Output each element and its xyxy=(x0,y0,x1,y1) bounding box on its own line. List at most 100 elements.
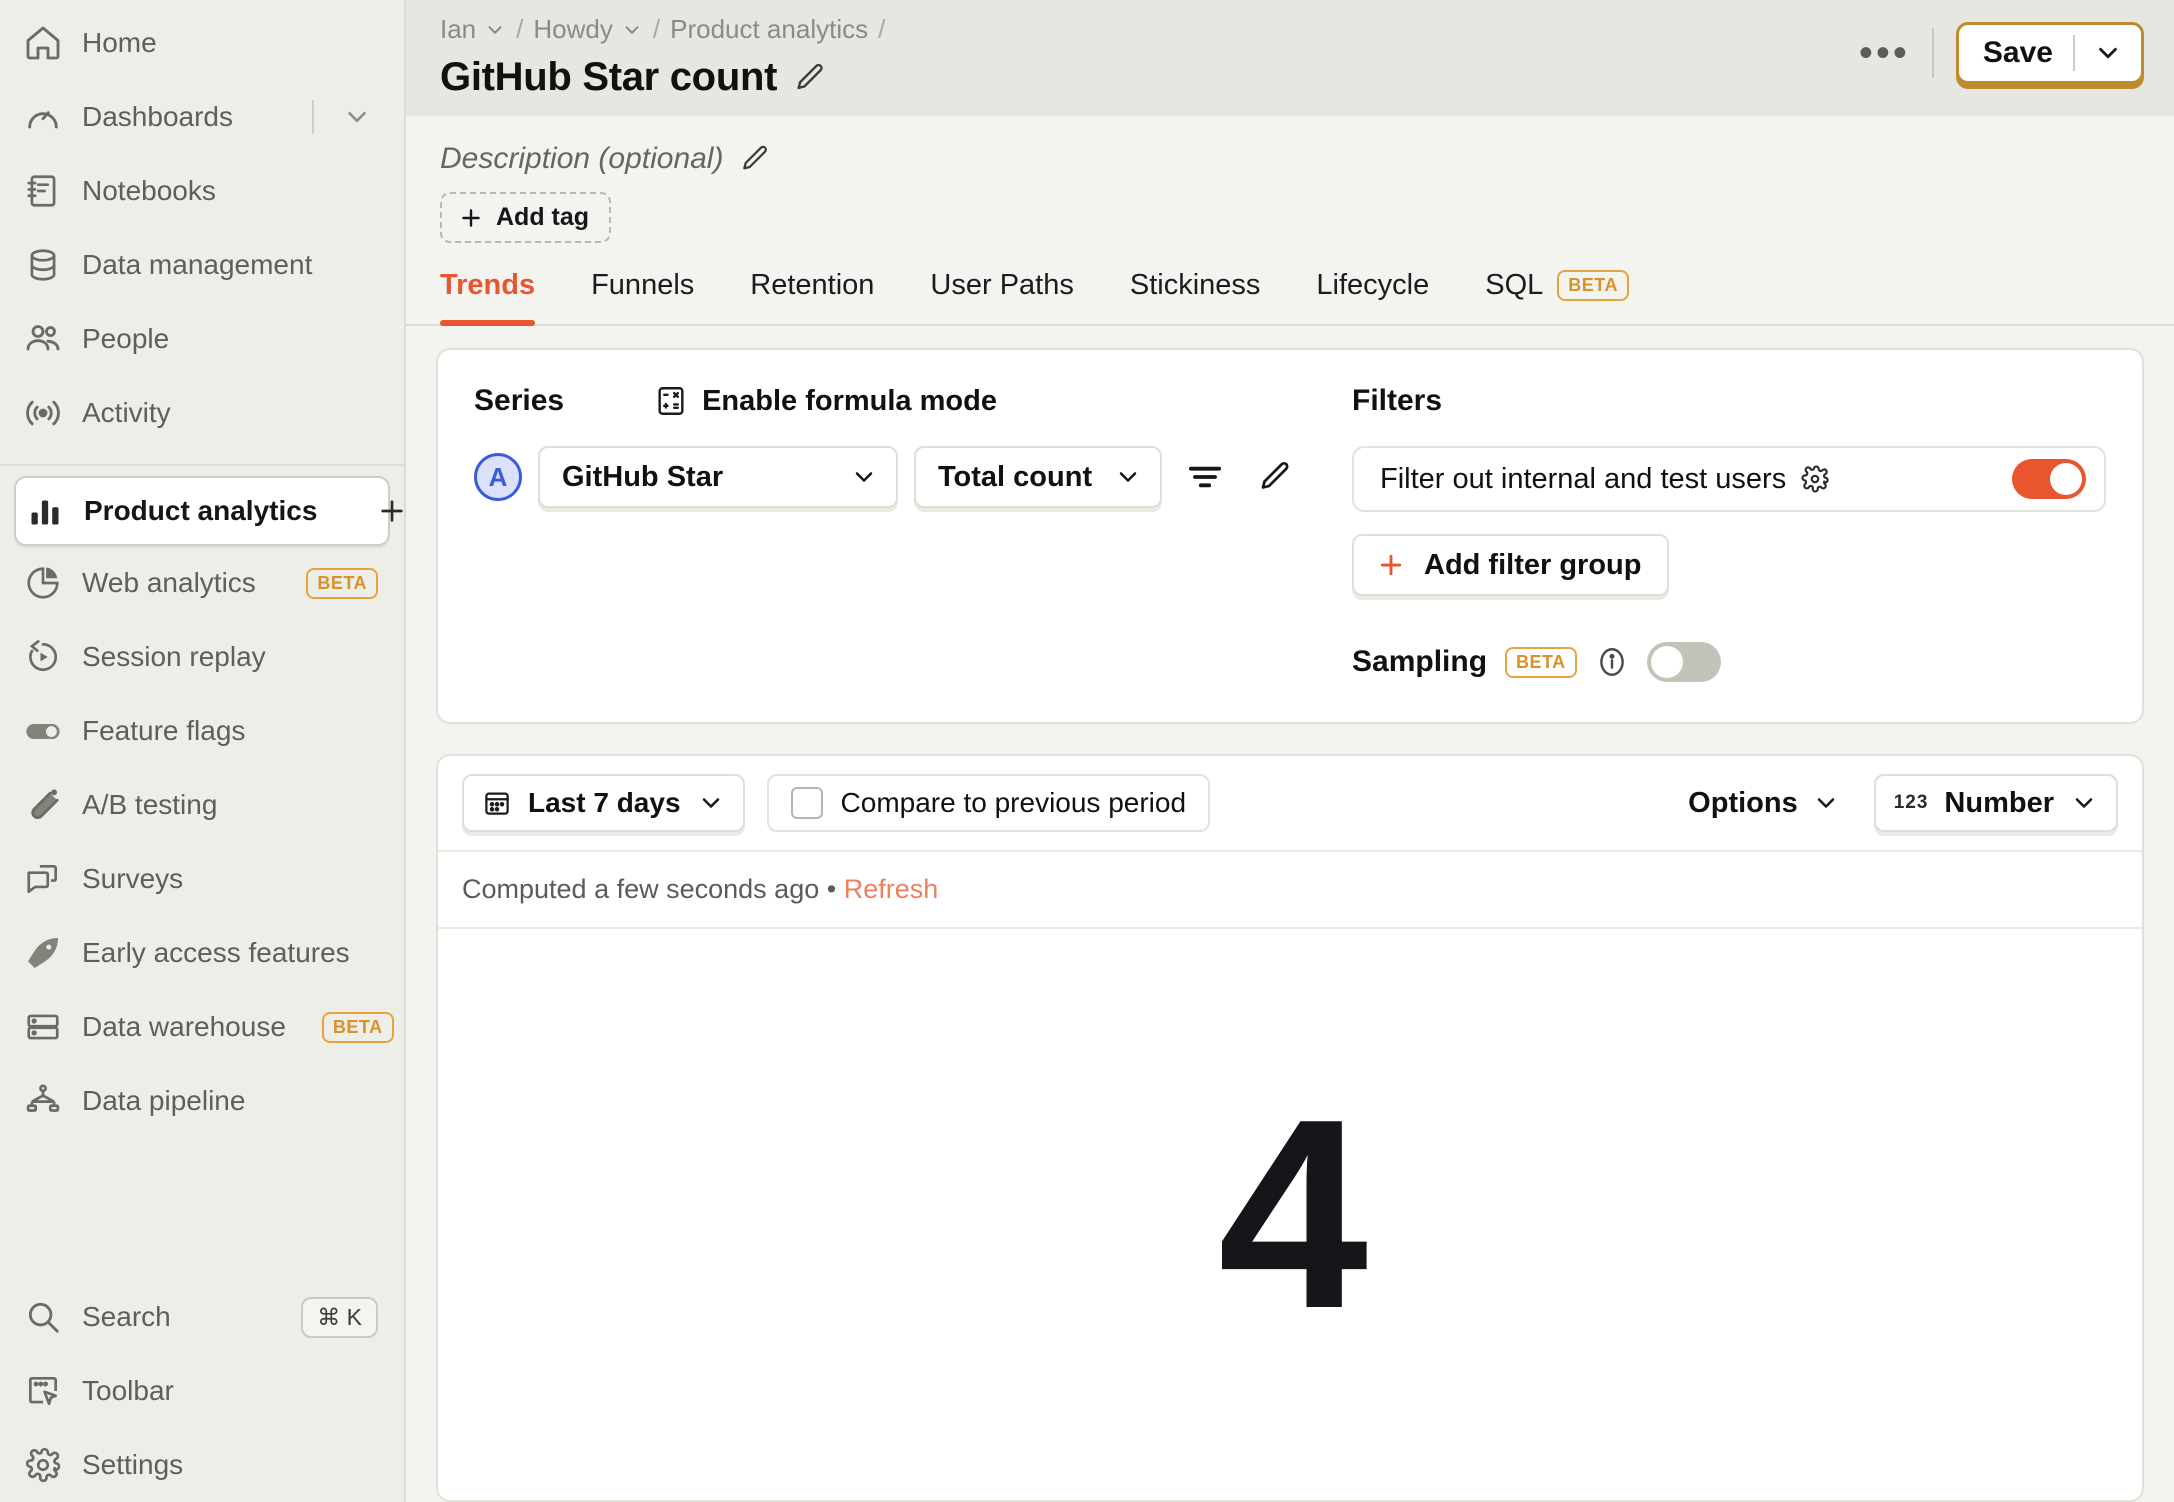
sidebar-item-ab-testing[interactable]: A/B testing xyxy=(0,768,404,842)
sidebar-item-early-access-features[interactable]: Early access features xyxy=(0,916,404,990)
divider xyxy=(312,100,314,134)
toggle-knob xyxy=(1650,646,1683,678)
series-edit-pencil-icon[interactable] xyxy=(1248,450,1302,504)
tab-lifecycle[interactable]: Lifecycle xyxy=(1316,269,1429,324)
sidebar-item-label: Data management xyxy=(82,249,313,280)
sidebar-item-label: Dashboards xyxy=(82,101,233,132)
sidebar-item-product-analytics[interactable]: Product analytics xyxy=(14,476,404,546)
breadcrumb-item-ian[interactable]: Ian xyxy=(440,14,506,45)
toggle-icon xyxy=(22,710,64,752)
sidebar-item-data-pipeline[interactable]: Data pipeline xyxy=(0,1064,404,1138)
toolbar-icon xyxy=(22,1370,64,1412)
add-filter-group-button[interactable]: Add filter group xyxy=(1352,534,1670,596)
tab-label: Lifecycle xyxy=(1316,269,1430,301)
breadcrumb: Ian / Howdy / Product analytics / xyxy=(440,14,885,45)
sidebar-item-search[interactable]: Search ⌘ K xyxy=(0,1280,404,1354)
sidebar-item-session-replay[interactable]: Session replay xyxy=(0,620,404,694)
sidebar-item-home[interactable]: Home xyxy=(0,6,404,80)
sidebar-item-label: Feature flags xyxy=(82,715,246,746)
result-toolbar-left: Last 7 days Compare to previous period xyxy=(462,774,1211,832)
pie-chart-icon xyxy=(22,562,64,604)
internal-users-filter-toggle[interactable] xyxy=(2012,459,2086,499)
options-dropdown[interactable]: Options xyxy=(1688,787,1840,820)
enable-formula-mode-button[interactable]: Enable formula mode xyxy=(654,384,997,418)
sidebar-item-data-management[interactable]: Data management xyxy=(0,228,404,302)
calendar-icon xyxy=(482,788,512,818)
breadcrumb-item-product-analytics[interactable]: Product analytics xyxy=(670,14,868,45)
filters-heading: Filters xyxy=(1352,384,1443,417)
insight-content: Series Enable formula mode A GitHub Star xyxy=(406,326,2174,1502)
page-title: GitHub Star count xyxy=(440,55,778,99)
dashboard-gauge-icon xyxy=(22,96,64,138)
tab-stickiness[interactable]: Stickiness xyxy=(1130,269,1261,324)
result-toolbar: Last 7 days Compare to previous period O… xyxy=(438,756,2142,852)
breadcrumb-item-howdy[interactable]: Howdy xyxy=(533,14,642,45)
breadcrumb-label: Ian xyxy=(440,14,477,44)
tab-label: Trends xyxy=(440,269,536,301)
more-options-button[interactable]: ••• xyxy=(1859,33,1910,73)
description-row[interactable]: Description (optional) xyxy=(440,142,2140,176)
sidebar-item-people[interactable]: People xyxy=(0,302,404,376)
sampling-toggle[interactable] xyxy=(1646,642,1721,682)
plus-icon xyxy=(458,205,484,231)
date-range-select[interactable]: Last 7 days xyxy=(462,774,745,832)
series-filter-icon[interactable] xyxy=(1178,450,1232,504)
tab-label: Funnels xyxy=(591,269,695,301)
sidebar-item-notebooks[interactable]: Notebooks xyxy=(0,154,404,228)
series-letter-badge: A xyxy=(474,453,522,501)
tab-retention[interactable]: Retention xyxy=(750,269,874,324)
sidebar-item-label: Session replay xyxy=(82,641,266,672)
filters-column: Filters Filter out internal and test use… xyxy=(1334,384,2106,682)
sidebar-item-surveys[interactable]: Surveys xyxy=(0,842,404,916)
title-row: GitHub Star count xyxy=(440,55,885,100)
number-123-icon: 123 xyxy=(1893,792,1929,813)
big-number-display: 4 xyxy=(438,929,2142,1500)
event-select[interactable]: GitHub Star xyxy=(538,446,898,508)
info-icon[interactable] xyxy=(1595,645,1629,679)
internal-users-filter-label-wrap: Filter out internal and test users xyxy=(1380,463,1830,496)
sidebar-item-label: Search xyxy=(82,1301,171,1332)
sidebar-item-label: Surveys xyxy=(82,863,184,894)
header-actions: ••• Save xyxy=(1859,14,2144,84)
internal-users-filter-row: Filter out internal and test users xyxy=(1352,446,2106,512)
beta-badge: BETA xyxy=(306,567,378,599)
compare-label: Compare to previous period xyxy=(840,787,1187,818)
refresh-link[interactable]: Refresh xyxy=(844,874,939,904)
chevron-down-icon[interactable] xyxy=(336,96,378,138)
sampling-row: Sampling BETA xyxy=(1352,642,2106,682)
plus-icon[interactable] xyxy=(371,490,413,532)
beta-badge: BETA xyxy=(321,1011,394,1043)
save-button[interactable]: Save xyxy=(1955,22,2144,84)
sidebar-item-label: Activity xyxy=(82,397,171,428)
breadcrumb-separator: / xyxy=(652,14,661,44)
compare-checkbox[interactable] xyxy=(790,787,823,819)
sidebar-item-data-warehouse[interactable]: Data warehouse BETA xyxy=(0,990,404,1064)
chevron-down-icon xyxy=(1114,463,1142,491)
sidebar-item-web-analytics[interactable]: Web analytics BETA xyxy=(0,546,404,620)
edit-pencil-icon[interactable] xyxy=(793,61,827,95)
add-tag-button[interactable]: Add tag xyxy=(440,192,612,243)
chevron-down-icon xyxy=(621,19,643,41)
description-placeholder: Description (optional) xyxy=(440,142,724,175)
sidebar-item-settings[interactable]: Settings xyxy=(0,1428,404,1502)
server-icon xyxy=(22,1006,64,1048)
tab-user-paths[interactable]: User Paths xyxy=(930,269,1073,324)
app-root: Home Dashboards Notebooks Data managemen… xyxy=(0,0,2174,1502)
tab-funnels[interactable]: Funnels xyxy=(591,269,694,324)
tab-trends[interactable]: Trends xyxy=(440,269,536,326)
compare-previous-period-checkbox-row[interactable]: Compare to previous period xyxy=(766,774,1211,832)
sidebar-item-activity[interactable]: Activity xyxy=(0,376,404,450)
sidebar-item-label: Product analytics xyxy=(84,495,318,526)
sidebar-item-label: Toolbar xyxy=(82,1375,174,1406)
tab-label: SQL xyxy=(1485,269,1544,301)
math-select[interactable]: Total count xyxy=(914,446,1162,508)
computed-status-row: Computed a few seconds ago • Refresh xyxy=(438,852,2142,929)
sidebar-item-dashboards[interactable]: Dashboards xyxy=(0,80,404,154)
gear-icon[interactable] xyxy=(1800,464,1830,494)
edit-pencil-icon[interactable] xyxy=(739,143,771,175)
sidebar-item-toolbar[interactable]: Toolbar xyxy=(0,1354,404,1428)
visualization-type-select[interactable]: 123 Number xyxy=(1873,774,2118,832)
sidebar-item-feature-flags[interactable]: Feature flags xyxy=(0,694,404,768)
chevron-down-icon[interactable] xyxy=(2075,38,2141,68)
tab-sql[interactable]: SQL BETA xyxy=(1485,269,1629,324)
